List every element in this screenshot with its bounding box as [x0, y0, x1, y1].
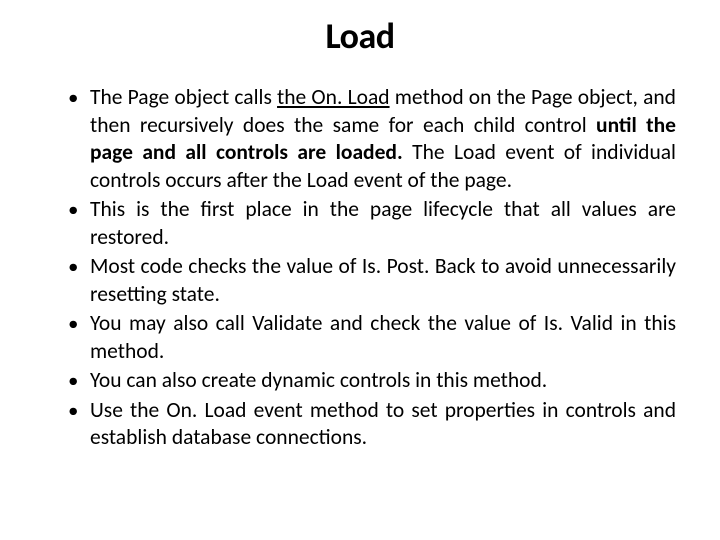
page-title: Load — [44, 14, 676, 58]
list-item: You can also create dynamic controls in … — [68, 367, 676, 395]
list-item: Use the On. Load event method to set pro… — [68, 397, 676, 452]
list-item: You may also call Validate and check the… — [68, 310, 676, 365]
slide: Load The Page object calls the On. Load … — [0, 0, 720, 540]
text-run: The Page object calls — [90, 84, 277, 110]
list-item: Most code checks the value of Is. Post. … — [68, 253, 676, 308]
underlined-text: the On. Load — [277, 84, 390, 110]
bullet-list: The Page object calls the On. Load metho… — [44, 84, 676, 452]
list-item: The Page object calls the On. Load metho… — [68, 84, 676, 194]
list-item: This is the first place in the page life… — [68, 196, 676, 251]
